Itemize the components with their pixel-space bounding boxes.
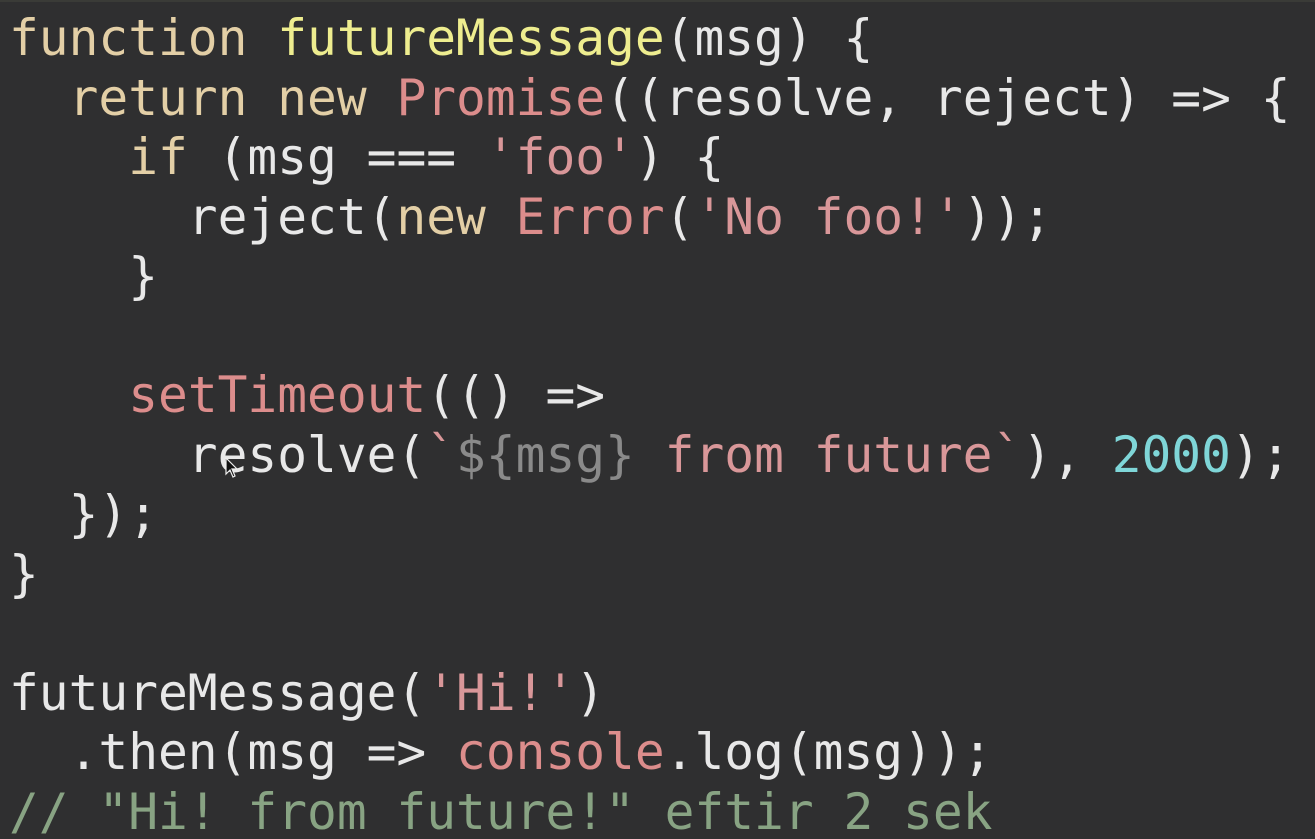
- code-token: 2000: [1111, 425, 1231, 484]
- code-token: new: [396, 187, 486, 246]
- code-line[interactable]: futureMessage('Hi!'): [9, 664, 1291, 724]
- code-token: ${msg}: [456, 425, 635, 484]
- code-line[interactable]: reject(new Error('No foo!'));: [9, 188, 1291, 248]
- code-line[interactable]: }: [9, 247, 1291, 307]
- code-token: );: [1230, 425, 1291, 484]
- code-token: 'foo': [485, 128, 635, 186]
- code-line[interactable]: setTimeout(() =>: [9, 366, 1291, 426]
- code-line[interactable]: // "Hi! from future!" eftir 2 sek: [9, 783, 1291, 839]
- code-line[interactable]: [9, 307, 1291, 367]
- code-line[interactable]: .then(msg => console.log(msg));: [9, 723, 1291, 783]
- code-line[interactable]: function futureMessage(msg) {: [9, 9, 1291, 69]
- code-token: Promise: [396, 68, 606, 127]
- code-line[interactable]: resolve(`${msg} from future`), 2000);: [9, 426, 1291, 486]
- code-token: ((resolve, reject) => {: [605, 68, 1291, 127]
- code-line[interactable]: return new Promise((resolve, reject) => …: [9, 69, 1291, 129]
- code-token: setTimeout: [128, 366, 427, 424]
- code-token: if: [128, 128, 188, 186]
- code-token: ) {: [634, 128, 725, 186]
- code-token: reject(: [9, 187, 397, 246]
- code-token: ),: [1022, 425, 1112, 484]
- code-editor[interactable]: function futureMessage(msg) { return new…: [0, 0, 1315, 839]
- code-token: (() =>: [426, 366, 606, 424]
- code-token: console: [456, 723, 665, 781]
- code-token: function: [9, 9, 248, 67]
- code-token: // "Hi! from future!" eftir 2 sek: [9, 782, 993, 839]
- code-token: 'Hi!': [426, 663, 576, 722]
- code-token: (: [664, 187, 695, 246]
- code-token: (msg ===: [187, 128, 486, 186]
- code-token: ));: [962, 187, 1053, 246]
- code-token: }: [9, 544, 39, 603]
- code-token: return: [68, 68, 248, 127]
- code-token: 'No foo!': [694, 187, 963, 246]
- code-token: Error: [515, 187, 665, 246]
- code-token: resolve(: [9, 425, 427, 484]
- code-content[interactable]: function futureMessage(msg) { return new…: [9, 9, 1291, 839]
- code-token: ): [575, 663, 606, 722]
- code-token: }: [9, 247, 159, 305]
- code-token: futureMessage(: [9, 663, 427, 722]
- code-token: .log(msg));: [664, 723, 993, 781]
- code-token: new: [277, 68, 367, 127]
- code-line[interactable]: [9, 604, 1291, 664]
- mouse-pointer-icon: [225, 457, 239, 478]
- code-line[interactable]: });: [9, 485, 1291, 545]
- code-line[interactable]: if (msg === 'foo') {: [9, 128, 1291, 188]
- code-token: (msg) {: [664, 9, 874, 67]
- code-token: `: [426, 425, 457, 484]
- code-token: from future`: [634, 425, 1023, 484]
- code-token: .then(msg =>: [9, 723, 457, 781]
- code-token: });: [9, 485, 159, 543]
- code-token: futureMessage: [277, 9, 665, 67]
- code-line[interactable]: }: [9, 545, 1291, 605]
